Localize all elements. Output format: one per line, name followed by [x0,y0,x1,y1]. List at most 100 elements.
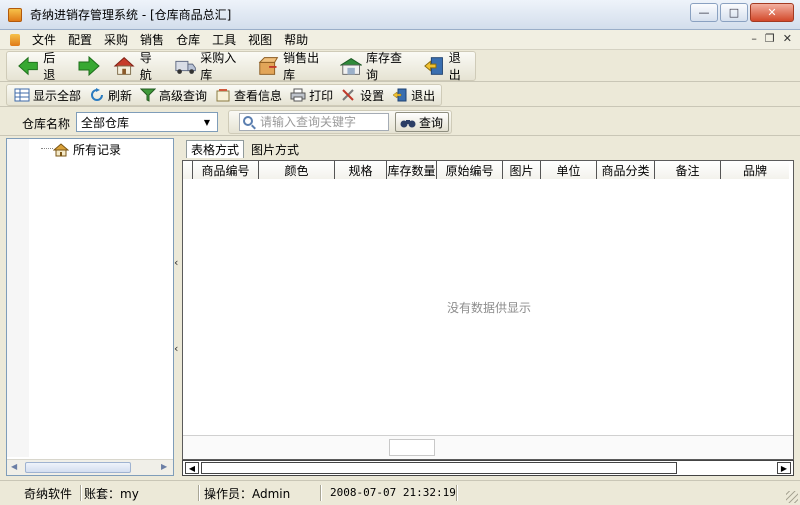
home-icon [114,57,136,75]
content-panel: 表格方式 图片方式 商品编号 颜色 规格 库存数量 原始编号 图片 单位 商品分… [182,138,794,476]
purchase-in-button[interactable]: 采购入库 [170,51,249,82]
app-icon [8,7,22,22]
panel-splitter[interactable]: ‹ ‹ [174,138,182,476]
refresh-button[interactable]: 刷新 [86,85,135,105]
window-title: 奇纳进销存管理系统 - [仓库商品总汇] [30,8,232,22]
show-all-button[interactable]: 显示全部 [11,85,84,105]
stock-query-button[interactable]: 库存查询 [336,51,415,82]
sales-out-button[interactable]: 销售出库 [253,51,332,82]
tree-item-all-records[interactable]: 所有记录 [53,141,121,158]
scroll-right-icon[interactable]: ▶ [777,462,791,474]
tab-table-view[interactable]: 表格方式 [186,140,245,158]
empty-message: 没有数据供显示 [446,301,531,315]
tab-image-view[interactable]: 图片方式 [246,140,304,158]
footer-summary-cell [389,439,435,456]
col-header-stock-qty[interactable]: 库存数量 [387,161,437,179]
sub-exit-button[interactable]: 退出 [389,85,438,105]
store-select-value: 全部仓库 [81,115,130,130]
chevron-down-icon[interactable]: ▼ [199,114,215,130]
print-label: 打印 [309,88,334,103]
view-info-button[interactable]: 查看信息 [212,85,285,105]
store-select[interactable]: 全部仓库 ▼ [76,112,218,132]
menu-config[interactable]: 配置 [62,31,98,48]
menu-warehouse[interactable]: 仓库 [170,31,206,48]
advanced-query-button[interactable]: 高级查询 [137,85,210,105]
tree-scroll-thumb[interactable] [25,462,131,473]
search-bar: 仓库名称 全部仓库 ▼ 查询 [0,108,800,136]
settings-button[interactable]: 设置 [338,85,387,105]
col-header-unit[interactable]: 单位 [541,161,597,179]
document-icon[interactable] [10,33,20,46]
col-header-spec[interactable]: 规格 [335,161,387,179]
refresh-icon [91,88,104,101]
home-icon [53,142,69,156]
tree-horizontal-scrollbar[interactable]: ◀ ▶ [7,459,173,475]
keyword-input[interactable] [239,113,389,131]
arrow-right-icon [78,55,101,77]
scroll-left-icon[interactable]: ◀ [185,462,199,474]
tree-gutter [7,139,29,457]
status-separator [456,485,458,501]
col-header-color[interactable]: 颜色 [259,161,335,179]
status-bar: 奇纳软件 账套：my 操作员：Admin 2008-07-07 21:32:19 [0,480,800,505]
maximize-button[interactable]: □ [720,3,748,22]
collapse-left-icon[interactable]: ‹ [174,256,178,269]
menu-tools[interactable]: 工具 [206,31,242,48]
scroll-left-icon[interactable]: ◀ [11,462,17,471]
status-separator [320,485,322,501]
back-button[interactable]: 后退 [13,51,69,82]
back-label: 后退 [43,51,56,82]
grid-horizontal-scrollbar[interactable]: ◀ ▶ [182,460,794,476]
menu-file[interactable]: 文件 [26,31,62,48]
forward-button[interactable] [73,53,105,79]
view-info-label: 查看信息 [234,88,283,103]
main-exit-label: 退出 [448,51,461,82]
purchase-in-label: 采购入库 [200,51,237,82]
menu-bar: 文件 配置 采购 销售 仓库 工具 视图 帮助 – ❐ ✕ [0,30,800,50]
scroll-right-icon[interactable]: ▶ [161,462,167,471]
collapse-left-icon-2[interactable]: ‹ [174,342,178,355]
print-button[interactable]: 打印 [287,85,336,105]
query-button[interactable]: 查询 [395,112,449,132]
view-tabs: 表格方式 图片方式 [186,140,304,158]
col-header-brand[interactable]: 品牌 [721,161,789,179]
refresh-label: 刷新 [108,88,133,103]
box-out-icon [258,57,279,75]
minimize-button[interactable]: — [690,3,718,22]
mdi-close-button[interactable]: ✕ [783,32,792,45]
resize-grip-icon[interactable] [786,491,798,503]
arrow-left-icon [18,56,38,76]
mdi-minimize-button[interactable]: – [751,32,757,45]
store-label: 仓库名称 [22,117,71,131]
main-exit-button[interactable]: 退出 [419,51,475,82]
exit-door-icon [392,88,407,102]
col-header-category[interactable]: 商品分类 [597,161,655,179]
col-header-original-id[interactable]: 原始编号 [437,161,503,179]
col-header-image[interactable]: 图片 [503,161,541,179]
printer-icon [290,88,306,102]
menu-sales[interactable]: 销售 [134,31,170,48]
status-datetime: 2008-07-07 21:32:19 [330,486,456,499]
query-label: 查询 [419,115,444,130]
row-indicator-header [183,161,193,179]
info-card-icon [216,89,230,102]
grid-scroll-thumb[interactable] [201,462,677,474]
settings-label: 设置 [360,88,385,103]
mdi-controls: – ❐ ✕ [751,32,792,45]
grid-table-icon [14,88,30,102]
title-bar[interactable]: 奇纳进销存管理系统 - [仓库商品总汇] — □ ✕ [0,0,800,30]
sub-exit-label: 退出 [411,88,436,103]
close-button[interactable]: ✕ [750,3,794,22]
product-grid[interactable]: 商品编号 颜色 规格 库存数量 原始编号 图片 单位 商品分类 备注 品牌 没有… [182,160,794,460]
menu-help[interactable]: 帮助 [278,31,314,48]
window-controls: — □ ✕ [690,3,794,22]
category-tree[interactable]: 所有记录 ◀ ▶ [6,138,174,476]
menu-view[interactable]: 视图 [242,31,278,48]
navigate-button[interactable]: 导航 [109,51,165,82]
menu-purchase[interactable]: 采购 [98,31,134,48]
mdi-restore-button[interactable]: ❐ [765,32,775,45]
col-header-product-id[interactable]: 商品编号 [193,161,259,179]
grid-header: 商品编号 颜色 规格 库存数量 原始编号 图片 单位 商品分类 备注 品牌 [183,161,789,179]
col-header-remark[interactable]: 备注 [655,161,721,179]
grid-footer [183,435,793,459]
